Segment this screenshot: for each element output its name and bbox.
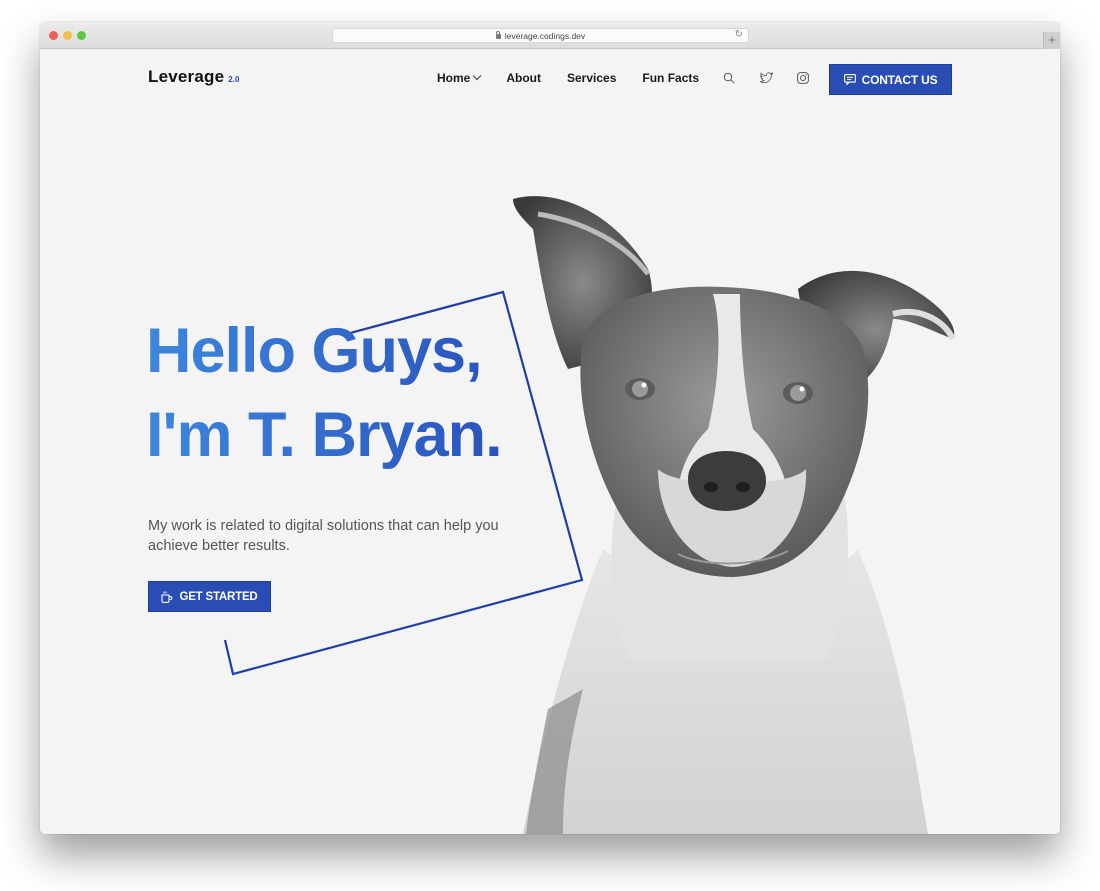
nav-item-label: About — [506, 71, 541, 85]
nav-item-fun-facts[interactable]: Fun Facts — [642, 71, 699, 85]
chat-icon — [843, 74, 856, 85]
logo-text: Leverage — [148, 67, 225, 86]
address-bar[interactable]: leverage.codings.dev ↻ — [332, 28, 749, 43]
page: Leverage 2.0 Home About Services Fun Fac… — [40, 49, 1060, 834]
new-tab-button[interactable]: + — [1043, 32, 1060, 49]
hero-title-line1: Hello Guys, — [146, 316, 482, 386]
logo-version: 2.0 — [228, 75, 240, 84]
twitter-icon[interactable] — [759, 71, 773, 85]
reload-icon[interactable]: ↻ — [735, 29, 743, 40]
browser-window: leverage.codings.dev ↻ + Leverage 2.0 Ho… — [40, 22, 1060, 834]
nav-item-label: Home — [437, 71, 471, 85]
browser-titlebar: leverage.codings.dev ↻ + — [40, 22, 1060, 49]
nav-item-label: Fun Facts — [642, 71, 700, 85]
hero-description: My work is related to digital solutions … — [148, 518, 499, 554]
close-window-button[interactable] — [49, 31, 58, 40]
minimize-window-button[interactable] — [63, 31, 72, 40]
main-nav: Home About Services Fun Facts — [437, 71, 822, 85]
instagram-icon[interactable] — [796, 71, 810, 85]
nav-item-label: Services — [567, 71, 617, 85]
nav-item-home[interactable]: Home — [437, 71, 482, 85]
search-icon[interactable] — [722, 71, 736, 85]
nav-item-about[interactable]: About — [506, 71, 541, 85]
contact-us-button[interactable]: CONTACT US — [829, 64, 952, 95]
hero-title-line2: I'm T. Bryan. — [146, 400, 502, 470]
dog-image — [513, 196, 956, 834]
logo[interactable]: Leverage 2.0 — [148, 67, 239, 87]
contact-us-label: CONTACT US — [861, 72, 938, 87]
get-started-label: GET STARTED — [179, 590, 258, 603]
nav-item-services[interactable]: Services — [567, 71, 616, 85]
chevron-down-icon — [473, 71, 482, 81]
hero-title: Hello Guys, I'm T. Bryan. — [146, 309, 502, 477]
coffee-cup-icon — [161, 591, 174, 603]
get-started-button[interactable]: GET STARTED — [148, 581, 271, 612]
lock-icon — [495, 31, 501, 39]
url-text: leverage.codings.dev — [504, 30, 586, 41]
maximize-window-button[interactable] — [77, 31, 86, 40]
